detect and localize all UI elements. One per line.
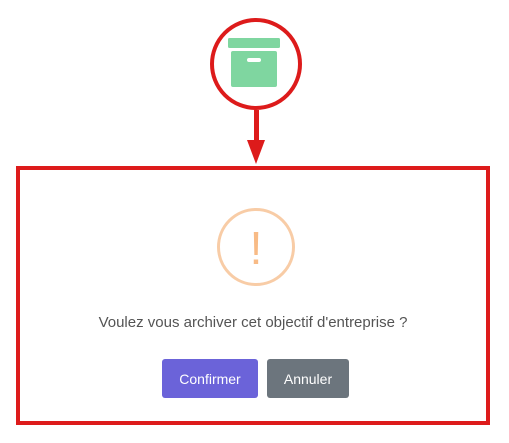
callout-arrow [247, 110, 265, 164]
warning-glyph: ! [250, 222, 263, 274]
warning-icon: ! [217, 208, 295, 286]
dialog-message: Voulez vous archiver cet objectif d'entr… [98, 314, 408, 331]
archive-box-icon[interactable] [228, 38, 280, 90]
confirm-button[interactable]: Confirmer [162, 359, 258, 398]
cancel-button[interactable]: Annuler [267, 359, 349, 398]
